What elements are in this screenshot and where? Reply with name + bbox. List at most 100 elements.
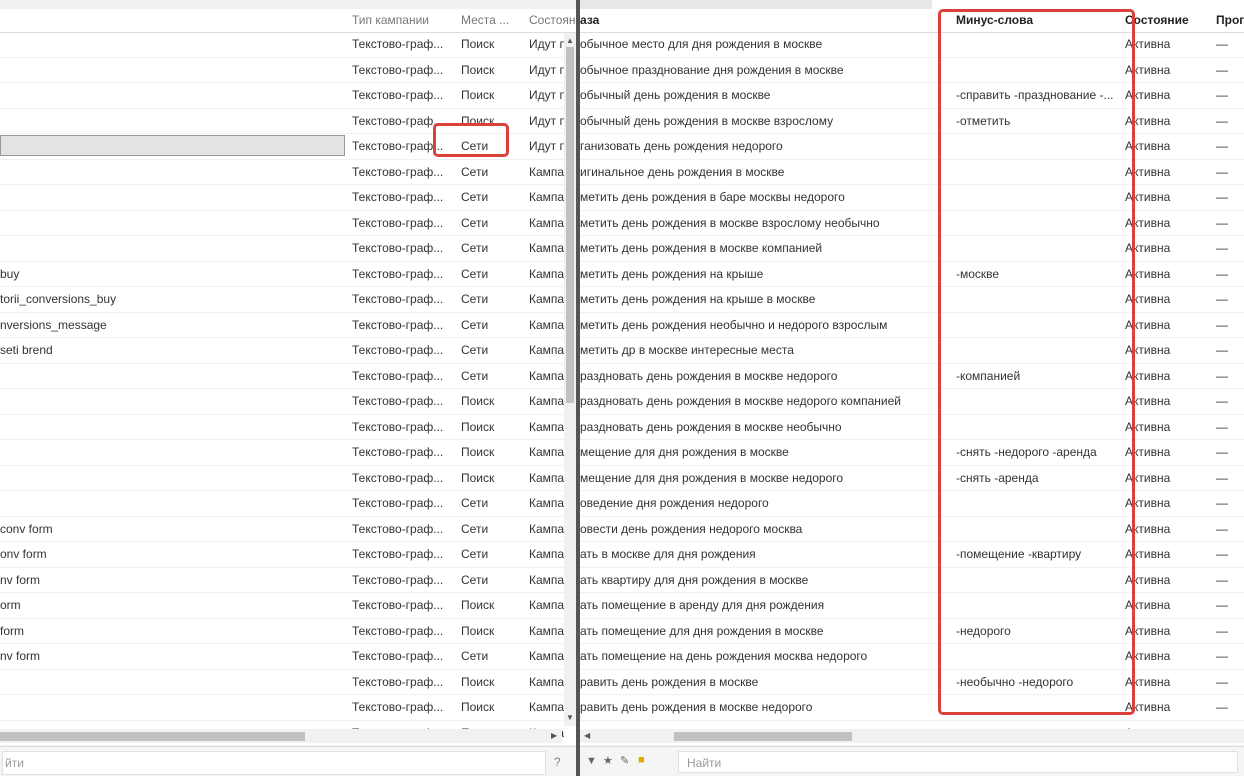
campaign-row[interactable]: Текстово-граф... Поиск Кампа — [0, 466, 576, 491]
header-state[interactable]: Состояние — [529, 0, 576, 32]
campaign-row[interactable]: buy Текстово-граф... Сети Кампа — [0, 262, 576, 287]
campaign-row[interactable]: Текстово-граф... Сети Кампа — [0, 491, 576, 517]
campaign-place-cell: Сети — [461, 368, 489, 383]
keyword-row[interactable]: равить день рождения в москве -необычно -… — [580, 670, 1244, 695]
keyword-row[interactable]: ганизовать день рождения недорого Активна… — [580, 134, 1244, 160]
keyword-row[interactable]: оведение дня рождения недорого Активна — — [580, 491, 1244, 517]
keyword-row[interactable]: раздновать день рождения в москве необыч… — [580, 415, 1244, 440]
keyword-row[interactable]: раздновать день рождения в москве недоро… — [580, 389, 1244, 415]
campaign-vertical-scrollbar[interactable]: ▲ ▼ — [564, 33, 576, 726]
campaign-row[interactable]: nversions_message Текстово-граф... Сети Кам… — [0, 313, 576, 338]
scroll-right-arrow-icon[interactable]: ▶ — [551, 731, 557, 741]
campaign-search-input[interactable]: йти — [2, 751, 546, 775]
keyword-row[interactable]: ать квартиру для дня рождения в москве Ак… — [580, 568, 1244, 593]
keyword-row[interactable]: метить др в москве интересные места Актив… — [580, 338, 1244, 364]
keyword-state-cell: Активна — [1125, 62, 1171, 77]
keyword-row[interactable]: метить день рождения необычно и недорого… — [580, 313, 1244, 338]
keyword-row[interactable]: обычный день рождения в москве -справить … — [580, 83, 1244, 109]
keyword-state-cell: Активна — [1125, 368, 1171, 383]
campaign-type-cell: Текстово-граф... — [352, 241, 444, 255]
campaign-state-cell: Кампа — [529, 445, 564, 459]
help-button[interactable]: ? — [554, 751, 561, 773]
campaign-row[interactable]: Текстово-граф... Поиск Кампа — [0, 415, 576, 440]
campaign-row[interactable]: Текстово-граф... Сети Кампа — [0, 236, 576, 262]
keyword-row[interactable]: метить день рождения в москве компанией А… — [580, 236, 1244, 262]
header-places[interactable]: Места ... — [461, 0, 523, 32]
campaign-name-cell — [0, 134, 340, 159]
header-phrase[interactable]: аза — [580, 0, 920, 32]
keyword-row[interactable]: метить день рождения в баре москвы недор… — [580, 185, 1244, 211]
keyword-row[interactable]: мещение для дня рождения в москве -снять … — [580, 440, 1244, 466]
campaign-row[interactable]: form Текстово-граф... Поиск Кампа — [0, 619, 576, 644]
keyword-forecast-cell: — — [1216, 674, 1228, 689]
campaign-name-cell — [0, 415, 340, 440]
keyword-row[interactable]: ать в москве для дня рождения -помещение … — [580, 542, 1244, 568]
campaign-row[interactable]: nv form Текстово-граф... Сети Кампа — [0, 568, 576, 593]
campaign-row[interactable]: Текстово-граф... Поиск Идут п — [0, 32, 576, 58]
keyword-row[interactable]: раздновать день рождения в москве недоро… — [580, 364, 1244, 389]
campaign-type-cell: Текстово-граф... — [352, 496, 444, 510]
campaign-row[interactable]: torii_conversions_buy Текстово-граф... Сет… — [0, 287, 576, 313]
campaign-name-cell — [0, 185, 340, 210]
keyword-row[interactable]: ать помещение на день рождения москва не… — [580, 644, 1244, 670]
keyword-state-cell: Активна — [1125, 649, 1171, 663]
keyword-row[interactable]: игинальное день рождения в москве Активна… — [580, 160, 1244, 185]
scroll-left-arrow-icon[interactable]: ◀ — [584, 731, 590, 741]
star-icon[interactable]: ★ — [603, 754, 613, 767]
keyword-state-cell: Активна — [1125, 623, 1171, 638]
campaign-row[interactable]: nv form Текстово-граф... Сети Кампа — [0, 644, 576, 670]
campaign-row[interactable]: Текстово-граф... Сети Кампа — [0, 364, 576, 389]
campaign-row[interactable]: Текстово-граф... Поиск Кампа — [0, 695, 576, 721]
header-forecast[interactable]: Прог — [1216, 0, 1244, 32]
header-state[interactable]: Состояние — [1125, 0, 1205, 32]
keyword-row[interactable]: метить день рождения на крыше -москве Акти… — [580, 262, 1244, 287]
campaign-state-cell: Кампа — [529, 368, 564, 383]
campaign-name-cell: nv form — [0, 572, 41, 587]
campaign-row[interactable]: Текстово-граф... Сети Кампа — [0, 185, 576, 211]
campaign-row[interactable]: Текстово-граф... Сети Кампа — [0, 160, 576, 185]
keyword-row[interactable]: равить день рождения в москве недорого Ак… — [580, 695, 1244, 721]
campaign-row[interactable]: orm Текстово-граф... Поиск Кампа — [0, 593, 576, 619]
keyword-forecast-cell: — — [1216, 470, 1228, 485]
keyword-row[interactable]: мещение для дня рождения в москве недоро… — [580, 466, 1244, 491]
bird-icon[interactable]: ✎ — [620, 754, 629, 767]
keyword-row[interactable]: овести день рождения недорого москва Акти… — [580, 517, 1244, 542]
header-campaign-type[interactable]: Тип кампании — [352, 0, 452, 32]
keyword-row[interactable]: метить день рождения на крыше в москве Ак… — [580, 287, 1244, 313]
keyword-forecast-cell: — — [1216, 649, 1228, 663]
keyword-phrase-cell: равить день рождения в москве недорого — [580, 700, 813, 714]
campaign-row[interactable]: onv form Текстово-граф... Сети Кампа — [0, 542, 576, 568]
campaign-row[interactable]: Текстово-граф... Поиск Кампа — [0, 670, 576, 695]
campaign-horizontal-scrollbar[interactable]: ▶ — [0, 729, 562, 743]
keyword-state-cell: Активна — [1125, 241, 1171, 255]
keyword-row[interactable]: метить день рождения в москве взрослому … — [580, 211, 1244, 236]
keyword-row[interactable]: ать помещение для дня рождения в москве -… — [580, 619, 1244, 644]
keyword-state-cell: Активна — [1125, 547, 1171, 561]
keyword-search-input[interactable]: Найти — [678, 751, 1238, 773]
campaign-row[interactable]: Текстово-граф... Поиск Идут п — [0, 58, 576, 83]
campaign-vscroll-thumb[interactable] — [566, 47, 574, 403]
keyword-row[interactable]: обычный день рождения в москве взрослому… — [580, 109, 1244, 134]
keyword-horizontal-scrollbar[interactable]: ◀ — [580, 729, 1244, 743]
campaign-name-cell — [0, 670, 340, 695]
campaign-name-cell: orm — [0, 598, 21, 612]
scroll-down-arrow-icon[interactable]: ▼ — [566, 713, 574, 723]
keyword-forecast-cell: — — [1216, 62, 1228, 77]
campaign-state-cell: Идут п — [529, 37, 564, 51]
scroll-up-arrow-icon[interactable]: ▲ — [566, 36, 574, 46]
keyword-row[interactable]: ать помещение в аренду для дня рождения А… — [580, 593, 1244, 619]
campaign-row[interactable]: Текстово-граф... Поиск Кампа — [0, 389, 576, 415]
tag-icon[interactable]: ■ — [638, 754, 645, 766]
keyword-row[interactable]: обычное место для дня рождения в москве А… — [580, 32, 1244, 58]
campaign-row[interactable]: Текстово-граф... Поиск Идут п — [0, 83, 576, 109]
filter-icon[interactable]: ▼ — [586, 755, 597, 767]
keyword-hscroll-thumb[interactable] — [674, 732, 852, 741]
campaign-row[interactable]: Текстово-граф... Сети Кампа — [0, 211, 576, 236]
keyword-row[interactable]: обычное празднование дня рождения в моск… — [580, 58, 1244, 83]
campaign-row[interactable]: seti brend Текстово-граф... Сети Кампа — [0, 338, 576, 364]
keyword-phrase-cell: метить др в москве интересные места — [580, 343, 794, 357]
campaign-hscroll-thumb[interactable] — [0, 732, 305, 741]
keyword-forecast-cell: — — [1216, 164, 1228, 179]
campaign-row[interactable]: conv form Текстово-граф... Сети Кампа — [0, 517, 576, 542]
campaign-row[interactable]: Текстово-граф... Поиск Кампа — [0, 440, 576, 466]
